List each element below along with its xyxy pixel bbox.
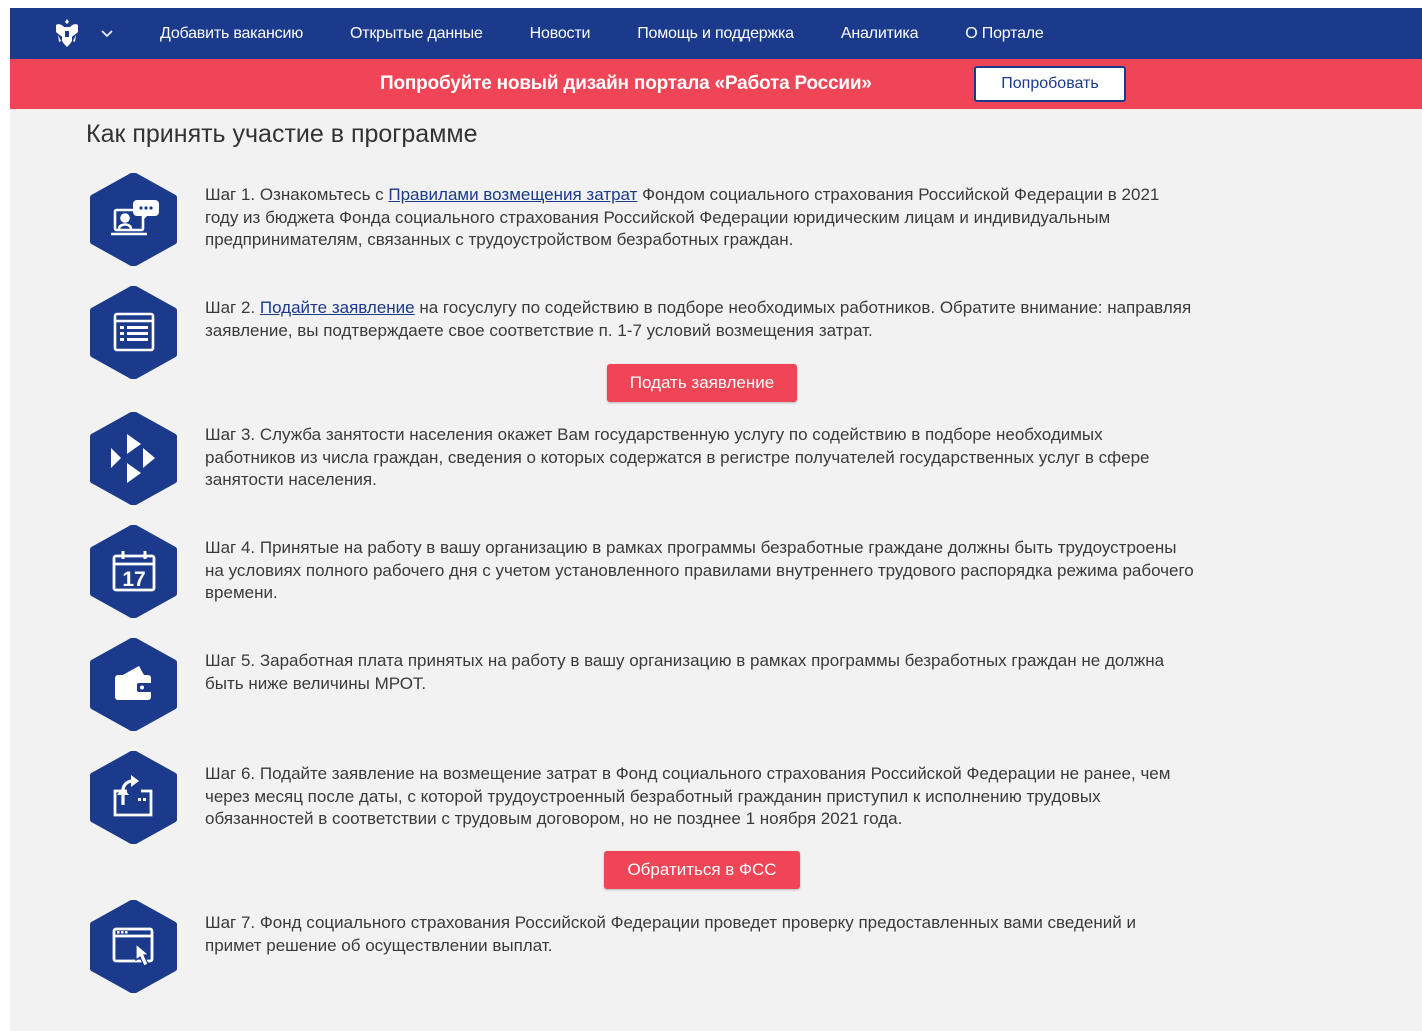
nav-item-open-data[interactable]: Открытые данные [350, 25, 483, 43]
step-7-text: Шаг 7. Фонд социального страхования Росс… [205, 913, 1136, 955]
top-nav: Добавить вакансию Открытые данные Новост… [10, 8, 1422, 59]
step-3-text: Шаг 3. Служба занятости населения окажет… [205, 425, 1150, 489]
step-4-text: Шаг 4. Принятые на работу в вашу организ… [205, 538, 1194, 602]
chevron-down-icon[interactable] [100, 26, 114, 40]
step-1-text: Шаг 1. Ознакомьтесь с Правилами возмещен… [205, 184, 1195, 252]
calendar-icon: 17 [90, 525, 177, 618]
nav-item-add-vacancy[interactable]: Добавить вакансию [160, 25, 303, 43]
nav-item-news[interactable]: Новости [530, 25, 591, 43]
step-2-text: Шаг 2. Подайте заявление на госуслугу по… [205, 297, 1195, 342]
step-1-prefix: Шаг 1. Ознакомьтесь с [205, 185, 389, 204]
submit-application-button[interactable]: Подать заявление [607, 364, 797, 402]
nav-item-help[interactable]: Помощь и поддержка [637, 25, 794, 43]
step-2-prefix: Шаг 2. [205, 298, 260, 317]
nav-item-about[interactable]: О Портале [965, 25, 1044, 43]
promo-text: Попробуйте новый дизайн портала «Работа … [380, 73, 872, 94]
presentation-chat-icon [90, 173, 177, 266]
step-6-text: Шаг 6. Подайте заявление на возмещение з… [205, 764, 1171, 828]
page: Добавить вакансию Открытые данные Новост… [10, 8, 1422, 1031]
calendar-day: 17 [122, 568, 145, 591]
try-new-design-button[interactable]: Попробовать [974, 66, 1126, 102]
nav-links: Добавить вакансию Открытые данные Новост… [160, 8, 1091, 59]
page-title: Как принять участие в программе [86, 120, 478, 148]
contact-fss-button[interactable]: Обратиться в ФСС [604, 851, 800, 889]
cost-rules-link[interactable]: Правилами возмещения затрат [388, 185, 637, 204]
employment-service-logo-icon [90, 412, 177, 505]
step-5-text: Шаг 5. Заработная плата принятых на рабо… [205, 651, 1165, 693]
submit-upload-icon [90, 751, 177, 844]
form-list-icon [90, 286, 177, 379]
submit-application-link[interactable]: Подайте заявление [260, 298, 415, 317]
nav-item-analytics[interactable]: Аналитика [841, 25, 919, 43]
promo-banner: Попробуйте новый дизайн портала «Работа … [10, 59, 1422, 109]
russian-emblem-icon[interactable] [50, 16, 84, 50]
wallet-icon [90, 638, 177, 731]
window-click-icon [90, 900, 177, 993]
